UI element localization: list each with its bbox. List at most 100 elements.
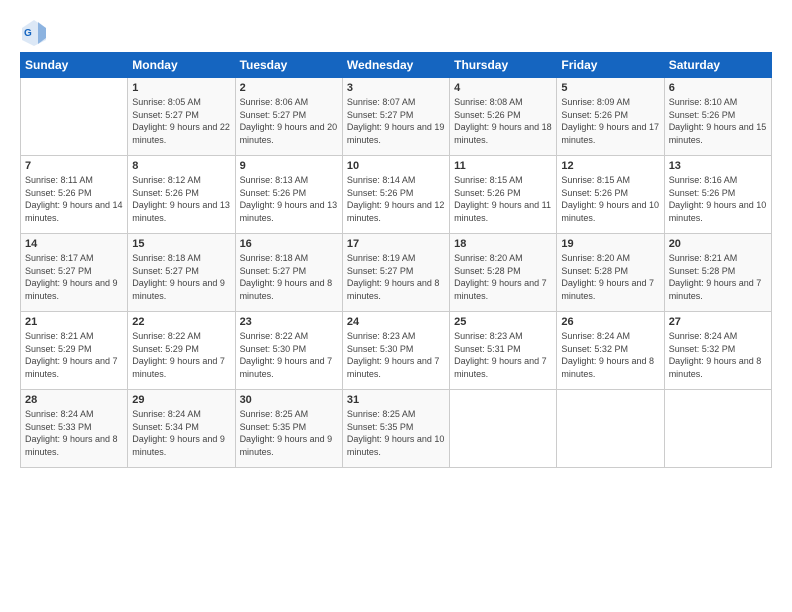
calendar-cell: 30 Sunrise: 8:25 AMSunset: 5:35 PMDayligh… — [235, 390, 342, 468]
calendar-cell: 13 Sunrise: 8:16 AMSunset: 5:26 PMDayligh… — [664, 156, 771, 234]
header-row: SundayMondayTuesdayWednesdayThursdayFrid… — [21, 53, 772, 78]
day-info: Sunrise: 8:07 AMSunset: 5:27 PMDaylight:… — [347, 96, 445, 146]
day-info: Sunrise: 8:15 AMSunset: 5:26 PMDaylight:… — [454, 174, 552, 224]
calendar-cell: 24 Sunrise: 8:23 AMSunset: 5:30 PMDayligh… — [342, 312, 449, 390]
calendar-cell — [664, 390, 771, 468]
calendar-cell: 18Sunrise: 8:20 AMSunset: 5:28 PMDayligh… — [450, 234, 557, 312]
day-number: 11 — [454, 160, 552, 172]
day-number: 6 — [669, 82, 767, 94]
day-number: 23 — [240, 316, 338, 328]
day-info: Sunrise: 8:25 AMSunset: 5:35 PMDaylight:… — [347, 408, 445, 458]
calendar-cell: 6 Sunrise: 8:10 AMSunset: 5:26 PMDaylight… — [664, 78, 771, 156]
header-cell-thursday: Thursday — [450, 53, 557, 78]
header-cell-wednesday: Wednesday — [342, 53, 449, 78]
day-number: 22 — [132, 316, 230, 328]
calendar-cell: 26 Sunrise: 8:24 AMSunset: 5:32 PMDayligh… — [557, 312, 664, 390]
day-number: 26 — [561, 316, 659, 328]
header: G — [20, 18, 772, 46]
calendar-cell: 17Sunrise: 8:19 AMSunset: 5:27 PMDayligh… — [342, 234, 449, 312]
calendar-cell: 22 Sunrise: 8:22 AMSunset: 5:29 PMDayligh… — [128, 312, 235, 390]
week-row-3: 14 Sunrise: 8:17 AMSunset: 5:27 PMDayligh… — [21, 234, 772, 312]
calendar-cell: 12Sunrise: 8:15 AMSunset: 5:26 PMDayligh… — [557, 156, 664, 234]
day-info: Sunrise: 8:24 AMSunset: 5:34 PMDaylight:… — [132, 408, 230, 458]
day-info: Sunrise: 8:24 AMSunset: 5:32 PMDaylight:… — [561, 330, 659, 380]
day-number: 20 — [669, 238, 767, 250]
day-number: 4 — [454, 82, 552, 94]
calendar-cell: 23 Sunrise: 8:22 AMSunset: 5:30 PMDayligh… — [235, 312, 342, 390]
calendar-cell: 28Sunrise: 8:24 AMSunset: 5:33 PMDayligh… — [21, 390, 128, 468]
day-info: Sunrise: 8:22 AMSunset: 5:29 PMDaylight:… — [132, 330, 230, 380]
day-info: Sunrise: 8:22 AMSunset: 5:30 PMDaylight:… — [240, 330, 338, 380]
day-number: 31 — [347, 394, 445, 406]
calendar-cell — [21, 78, 128, 156]
day-info: Sunrise: 8:16 AMSunset: 5:26 PMDaylight:… — [669, 174, 767, 224]
day-info: Sunrise: 8:24 AMSunset: 5:33 PMDaylight:… — [25, 408, 123, 458]
day-number: 27 — [669, 316, 767, 328]
day-number: 5 — [561, 82, 659, 94]
calendar-cell: 5 Sunrise: 8:09 AMSunset: 5:26 PMDaylight… — [557, 78, 664, 156]
page: G SundayMondayTuesdayWednesdayThursdayFr… — [0, 0, 792, 612]
week-row-1: 1 Sunrise: 8:05 AMSunset: 5:27 PMDaylight… — [21, 78, 772, 156]
day-info: Sunrise: 8:13 AMSunset: 5:26 PMDaylight:… — [240, 174, 338, 224]
calendar-cell: 29 Sunrise: 8:24 AMSunset: 5:34 PMDayligh… — [128, 390, 235, 468]
calendar-cell: 3 Sunrise: 8:07 AMSunset: 5:27 PMDaylight… — [342, 78, 449, 156]
calendar-cell: 9Sunrise: 8:13 AMSunset: 5:26 PMDaylight… — [235, 156, 342, 234]
day-number: 21 — [25, 316, 123, 328]
calendar-cell: 19 Sunrise: 8:20 AMSunset: 5:28 PMDayligh… — [557, 234, 664, 312]
svg-text:G: G — [24, 28, 32, 39]
week-row-4: 21 Sunrise: 8:21 AMSunset: 5:29 PMDayligh… — [21, 312, 772, 390]
day-info: Sunrise: 8:25 AMSunset: 5:35 PMDaylight:… — [240, 408, 338, 458]
calendar-cell: 25 Sunrise: 8:23 AMSunset: 5:31 PMDayligh… — [450, 312, 557, 390]
calendar-cell: 7Sunrise: 8:11 AMSunset: 5:26 PMDaylight… — [21, 156, 128, 234]
day-number: 14 — [25, 238, 123, 250]
day-number: 30 — [240, 394, 338, 406]
calendar-cell: 1 Sunrise: 8:05 AMSunset: 5:27 PMDaylight… — [128, 78, 235, 156]
calendar-cell: 16Sunrise: 8:18 AMSunset: 5:27 PMDayligh… — [235, 234, 342, 312]
calendar-cell: 20Sunrise: 8:21 AMSunset: 5:28 PMDayligh… — [664, 234, 771, 312]
day-info: Sunrise: 8:12 AMSunset: 5:26 PMDaylight:… — [132, 174, 230, 224]
calendar-cell: 4 Sunrise: 8:08 AMSunset: 5:26 PMDaylight… — [450, 78, 557, 156]
header-cell-saturday: Saturday — [664, 53, 771, 78]
calendar-cell: 15 Sunrise: 8:18 AMSunset: 5:27 PMDayligh… — [128, 234, 235, 312]
calendar-cell: 31 Sunrise: 8:25 AMSunset: 5:35 PMDayligh… — [342, 390, 449, 468]
calendar-cell: 10Sunrise: 8:14 AMSunset: 5:26 PMDayligh… — [342, 156, 449, 234]
day-number: 25 — [454, 316, 552, 328]
day-info: Sunrise: 8:19 AMSunset: 5:27 PMDaylight:… — [347, 252, 445, 302]
calendar-cell: 27 Sunrise: 8:24 AMSunset: 5:32 PMDayligh… — [664, 312, 771, 390]
day-info: Sunrise: 8:23 AMSunset: 5:31 PMDaylight:… — [454, 330, 552, 380]
day-info: Sunrise: 8:17 AMSunset: 5:27 PMDaylight:… — [25, 252, 123, 302]
header-cell-sunday: Sunday — [21, 53, 128, 78]
day-number: 1 — [132, 82, 230, 94]
day-number: 15 — [132, 238, 230, 250]
calendar-cell — [557, 390, 664, 468]
day-number: 10 — [347, 160, 445, 172]
calendar-cell: 2Sunrise: 8:06 AMSunset: 5:27 PMDaylight… — [235, 78, 342, 156]
day-info: Sunrise: 8:10 AMSunset: 5:26 PMDaylight:… — [669, 96, 767, 146]
day-number: 3 — [347, 82, 445, 94]
calendar-cell: 11 Sunrise: 8:15 AMSunset: 5:26 PMDayligh… — [450, 156, 557, 234]
day-number: 18 — [454, 238, 552, 250]
day-info: Sunrise: 8:18 AMSunset: 5:27 PMDaylight:… — [240, 252, 338, 302]
header-cell-tuesday: Tuesday — [235, 53, 342, 78]
day-info: Sunrise: 8:05 AMSunset: 5:27 PMDaylight:… — [132, 96, 230, 146]
week-row-5: 28Sunrise: 8:24 AMSunset: 5:33 PMDayligh… — [21, 390, 772, 468]
day-info: Sunrise: 8:18 AMSunset: 5:27 PMDaylight:… — [132, 252, 230, 302]
logo-icon: G — [20, 18, 48, 46]
day-info: Sunrise: 8:21 AMSunset: 5:29 PMDaylight:… — [25, 330, 123, 380]
calendar-cell — [450, 390, 557, 468]
calendar-cell: 21 Sunrise: 8:21 AMSunset: 5:29 PMDayligh… — [21, 312, 128, 390]
day-number: 29 — [132, 394, 230, 406]
day-number: 8 — [132, 160, 230, 172]
day-info: Sunrise: 8:08 AMSunset: 5:26 PMDaylight:… — [454, 96, 552, 146]
day-number: 24 — [347, 316, 445, 328]
calendar-table: SundayMondayTuesdayWednesdayThursdayFrid… — [20, 52, 772, 468]
calendar-cell: 14 Sunrise: 8:17 AMSunset: 5:27 PMDayligh… — [21, 234, 128, 312]
day-number: 19 — [561, 238, 659, 250]
day-number: 13 — [669, 160, 767, 172]
day-info: Sunrise: 8:23 AMSunset: 5:30 PMDaylight:… — [347, 330, 445, 380]
day-number: 12 — [561, 160, 659, 172]
day-info: Sunrise: 8:09 AMSunset: 5:26 PMDaylight:… — [561, 96, 659, 146]
day-info: Sunrise: 8:20 AMSunset: 5:28 PMDaylight:… — [561, 252, 659, 302]
day-info: Sunrise: 8:24 AMSunset: 5:32 PMDaylight:… — [669, 330, 767, 380]
day-info: Sunrise: 8:06 AMSunset: 5:27 PMDaylight:… — [240, 96, 338, 146]
